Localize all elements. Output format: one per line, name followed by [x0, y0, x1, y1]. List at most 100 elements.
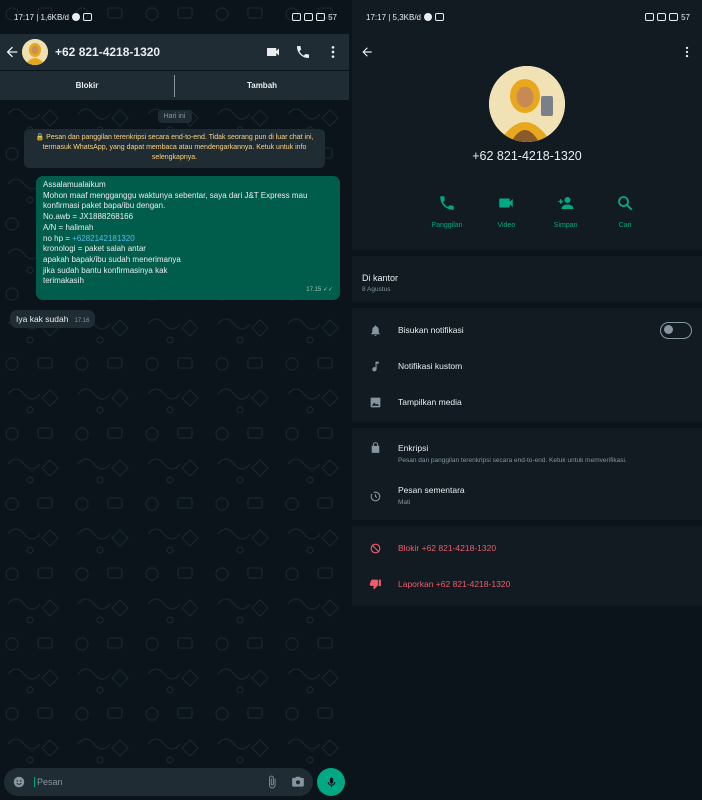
back-arrow-icon[interactable] [360, 45, 374, 59]
date-chip: Hari ini [157, 110, 192, 123]
message-line: A/N = halimah [43, 222, 94, 232]
battery-level: 57 [328, 12, 337, 22]
wifi-icon [304, 13, 314, 21]
contact-name: +62 821-4218-1320 [472, 149, 582, 163]
contact-info-screen: 17:17 | 5,3KB/d 57 +62 821-4218-1320 Pan… [352, 0, 702, 800]
call-action[interactable]: Panggilan [422, 194, 472, 229]
profile-photo[interactable] [489, 66, 565, 142]
voice-message-button[interactable] [317, 768, 345, 796]
status-bar: 17:17 | 5,3KB/d 57 [352, 0, 702, 34]
more-options-icon[interactable] [325, 44, 341, 60]
microphone-icon [327, 777, 335, 787]
contact-avatar[interactable] [22, 39, 48, 65]
video-icon [499, 198, 514, 208]
search-icon [618, 196, 633, 211]
report-contact-label: Laporkan +62 821-4218-1320 [398, 579, 511, 589]
incoming-text: Iya kak sudah [16, 313, 69, 324]
status-time: 17:17 | 5,3KB/d [366, 12, 422, 22]
status-bar: 17:17 | 1,6KB/d 57 [0, 0, 349, 34]
app-status-icon [83, 13, 93, 21]
disappearing-value: Mati [398, 499, 411, 506]
video-action[interactable]: Video [481, 194, 531, 229]
about-date: 8 Agustus [362, 286, 391, 293]
unknown-contact-bar: Blokir Tambah [0, 70, 349, 100]
message-list: Hari ini 🔒 Pesan dan panggilan terenkrip… [0, 100, 349, 328]
attach-icon[interactable] [265, 775, 279, 789]
image-icon [370, 397, 380, 407]
message-line: kronologi = paket salah antar [43, 244, 146, 254]
message-line: konfirmasi paket bapa/ibu dengan. [43, 201, 166, 211]
message-placeholder: Pesan [34, 777, 265, 787]
video-call-icon[interactable] [265, 44, 281, 60]
incoming-message[interactable]: Iya kak sudah 17.16 [10, 309, 96, 328]
about-text: Di kantor [362, 273, 399, 283]
danger-zone: Blokir +62 821-4218-1320 Laporkan +62 82… [352, 526, 702, 606]
back-arrow-icon[interactable] [4, 44, 20, 60]
encryption-notice-text: Pesan dan panggilan terenkripsi secara e… [42, 134, 314, 161]
block-contact-label: Blokir +62 821-4218-1320 [398, 543, 497, 553]
custom-notification-row[interactable]: Notifikasi kustom [352, 348, 702, 384]
block-button[interactable]: Blokir [0, 81, 174, 90]
music-note-icon [371, 361, 379, 371]
encryption-notice[interactable]: 🔒 Pesan dan panggilan terenkripsi secara… [24, 129, 325, 168]
message-line: jika sudah bantu konfirmasinya kak [43, 265, 168, 275]
show-media-label: Tampilkan media [398, 397, 462, 407]
app-status-icon [435, 13, 445, 21]
block-contact-row[interactable]: Blokir +62 821-4218-1320 [352, 530, 702, 566]
block-icon [370, 543, 380, 553]
add-contact-icon [558, 197, 574, 209]
mute-toggle[interactable] [660, 321, 692, 339]
mute-notifications-row[interactable]: Bisukan notifikasi [352, 312, 702, 348]
emoji-icon[interactable] [12, 775, 26, 789]
action-label: Panggilan [431, 222, 463, 229]
thumbs-down-icon [369, 579, 381, 589]
status-time: 17:17 | 1,6KB/d [14, 12, 70, 22]
disappearing-messages-row[interactable]: Pesan sementara Mati [352, 476, 702, 516]
more-options-icon[interactable] [680, 45, 694, 59]
save-action[interactable]: Simpan [541, 194, 591, 229]
privacy-settings: Enkripsi Pesan dan panggilan terenkripsi… [352, 428, 702, 520]
show-media-row[interactable]: Tampilkan media [352, 384, 702, 420]
profile-section: 17:17 | 5,3KB/d 57 +62 821-4218-1320 Pan… [352, 0, 702, 250]
encryption-row[interactable]: Enkripsi Pesan dan panggilan terenkripsi… [352, 432, 702, 476]
double-check-icon: ✓✓ [322, 287, 333, 294]
notification-settings: Bisukan notifikasi Notifikasi kustom Tam… [352, 308, 702, 422]
battery-icon [669, 13, 679, 21]
message-line: No.awb = JX1888268166 [43, 212, 134, 222]
outgoing-message[interactable]: Assalamualaikum Mohon maaf mengganggu wa… [36, 176, 340, 300]
camera-icon[interactable] [291, 775, 305, 789]
wifi-icon [657, 13, 667, 21]
action-label: Simpan [553, 222, 578, 229]
message-line: Mohon maaf mengganggu waktunya sebentar,… [43, 190, 308, 200]
message-line: Assalamualaikum [43, 180, 106, 189]
message-meta: 17.15 ✓✓ [43, 285, 333, 296]
report-contact-row[interactable]: Laporkan +62 821-4218-1320 [352, 566, 702, 602]
timer-icon [370, 491, 380, 501]
phone-link[interactable]: +6282142181320 [72, 234, 135, 243]
composer: Pesan [0, 764, 349, 800]
signal-icon [645, 13, 655, 21]
encryption-description: Pesan dan panggilan terenkripsi secara e… [398, 457, 627, 464]
about-section[interactable]: Di kantor 8 Agustus [352, 256, 702, 302]
add-contact-button[interactable]: Tambah [175, 81, 349, 90]
message-time: 17.15 [306, 287, 322, 294]
chat-screen: 17:17 | 1,6KB/d 57 +62 821-4218-1320 Blo… [0, 0, 349, 800]
incoming-time: 17.16 [74, 317, 90, 324]
voice-call-icon[interactable] [295, 44, 311, 60]
whatsapp-status-icon [424, 13, 433, 21]
battery-level: 57 [681, 12, 690, 22]
battery-icon [316, 13, 326, 21]
chat-title[interactable]: +62 821-4218-1320 [55, 45, 251, 59]
bell-icon [370, 324, 380, 336]
action-label: Cari [618, 222, 632, 229]
message-line-phone: no hp = +6282142181320 [43, 234, 333, 245]
quick-actions: Panggilan Video Simpan Cari [422, 194, 650, 229]
message-input[interactable]: Pesan [4, 768, 313, 796]
info-toolbar [352, 34, 702, 70]
action-label: Video [497, 222, 516, 229]
phone-prefix: no hp = [43, 233, 73, 243]
phone-icon [440, 196, 454, 210]
chat-header: +62 821-4218-1320 [0, 34, 349, 70]
disappearing-label: Pesan sementara [398, 485, 465, 495]
search-action[interactable]: Cari [600, 194, 650, 229]
